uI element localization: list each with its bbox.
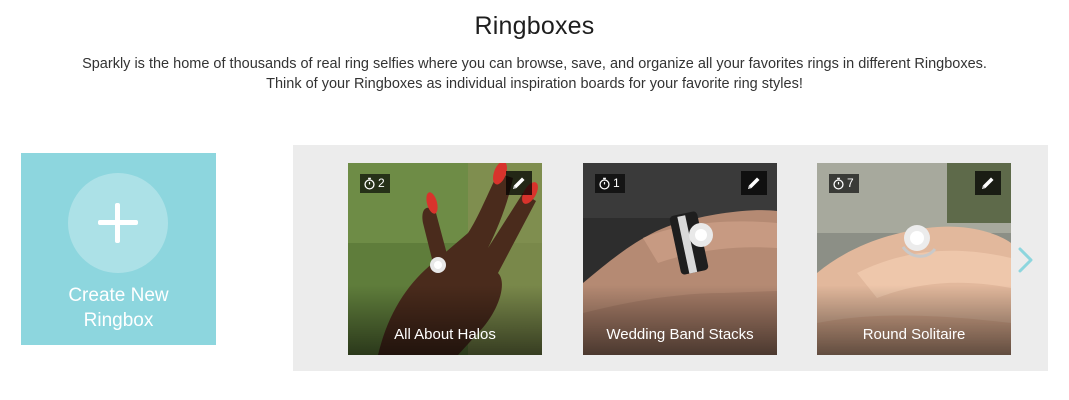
ringbox-carousel: 2 All About Halos 1 Wedding Band Stacks …	[293, 145, 1048, 371]
pencil-icon	[513, 177, 525, 189]
ringbox-title: Round Solitaire	[862, 326, 966, 343]
page-title: Ringboxes	[474, 12, 595, 40]
create-label-line-2: Ringbox	[83, 310, 154, 331]
plus-icon	[68, 173, 168, 273]
pin-count-badge: 7	[829, 174, 859, 193]
pencil-icon	[982, 177, 994, 189]
pin-count-badge: 2	[360, 174, 390, 193]
intro-text: Sparkly is the home of thousands of real…	[0, 54, 1069, 94]
intro-line-1: Sparkly is the home of thousands of real…	[82, 56, 987, 72]
create-ringbox-label: Create New Ringbox	[21, 283, 216, 333]
edit-ringbox-button[interactable]	[975, 171, 1001, 195]
pin-count: 2	[378, 176, 385, 190]
carousel-next-button[interactable]	[1014, 246, 1038, 274]
stopwatch-icon	[599, 177, 610, 190]
ringbox-card-round-solitaire[interactable]: 7 Round Solitaire	[817, 163, 1011, 355]
pin-count: 7	[847, 176, 854, 190]
ringbox-title: All About Halos	[394, 326, 496, 343]
pencil-icon	[748, 177, 760, 189]
create-label-line-1: Create New	[68, 285, 169, 306]
pin-count: 1	[613, 176, 620, 190]
ringbox-title: Wedding Band Stacks	[606, 326, 754, 343]
stopwatch-icon	[833, 177, 844, 190]
edit-ringbox-button[interactable]	[506, 171, 532, 195]
intro-line-2: Think of your Ringboxes as individual in…	[266, 76, 803, 92]
chevron-right-icon	[1018, 247, 1033, 273]
stopwatch-icon	[364, 177, 375, 190]
ringbox-card-wedding-band-stacks[interactable]: 1 Wedding Band Stacks	[583, 163, 777, 355]
pin-count-badge: 1	[595, 174, 625, 193]
edit-ringbox-button[interactable]	[741, 171, 767, 195]
create-ringbox-button[interactable]: Create New Ringbox	[21, 153, 216, 345]
ringbox-card-all-about-halos[interactable]: 2 All About Halos	[348, 163, 542, 355]
